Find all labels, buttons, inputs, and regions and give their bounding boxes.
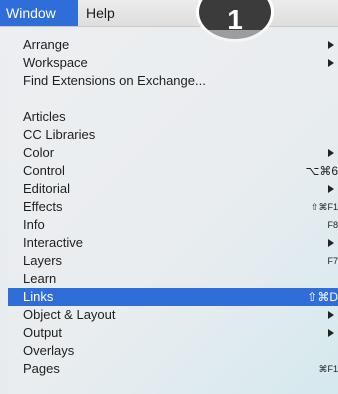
menu-item-info[interactable]: Info F8 (8, 216, 338, 234)
menu-item-label: Control (23, 163, 65, 178)
menu-item-label: Overlays (23, 343, 75, 358)
submenu-arrow-icon (328, 311, 334, 319)
menu-separator (8, 96, 338, 97)
keyboard-shortcut: ⇧⌘D (307, 290, 338, 304)
submenu-arrow-icon (328, 59, 334, 67)
menu-item-label: Editorial (23, 181, 70, 196)
menu-item-arrange[interactable]: Arrange (8, 36, 338, 54)
keyboard-shortcut: F8 (327, 220, 338, 230)
menu-item-cc-libraries[interactable]: CC Libraries (8, 126, 338, 144)
keyboard-shortcut: ⌥⌘6 (305, 164, 338, 178)
menu-item-color[interactable]: Color (8, 144, 338, 162)
submenu-arrow-icon (328, 149, 334, 157)
menu-item-layers[interactable]: Layers F7 (8, 252, 338, 270)
menu-item-label: CC Libraries (23, 127, 96, 142)
window-dropdown-menu: Arrange Workspace Find Extensions on Exc… (8, 30, 338, 394)
submenu-arrow-icon (328, 41, 334, 49)
menu-item-label: Effects (23, 199, 63, 214)
submenu-arrow-icon (328, 239, 334, 247)
menu-help[interactable]: Help (80, 0, 128, 26)
menu-item-interactive[interactable]: Interactive (8, 234, 338, 252)
menu-item-workspace[interactable]: Workspace (8, 54, 338, 72)
menu-item-effects[interactable]: Effects ⇧⌘F1 (8, 198, 338, 216)
menu-item-learn[interactable]: Learn (8, 270, 338, 288)
menu-item-label: Info (23, 217, 45, 232)
menu-item-label: Links (23, 289, 54, 304)
menu-item-label: Interactive (23, 235, 83, 250)
menu-item-label: Layers (23, 253, 63, 268)
menu-item-label: Output (23, 325, 63, 340)
submenu-arrow-icon (328, 185, 334, 193)
menu-item-editorial[interactable]: Editorial (8, 180, 338, 198)
menu-bar: Window Help (0, 0, 338, 27)
menu-window[interactable]: Window (0, 0, 78, 26)
menu-item-control[interactable]: Control ⌥⌘6 (8, 162, 338, 180)
menu-item-object-layout[interactable]: Object & Layout (8, 306, 338, 324)
menu-item-label: Workspace (23, 55, 88, 70)
menu-item-output[interactable]: Output (8, 324, 338, 342)
submenu-arrow-icon (328, 329, 334, 337)
menu-item-find-extensions[interactable]: Find Extensions on Exchange... (8, 72, 338, 90)
menu-item-label: Arrange (23, 37, 70, 52)
menu-item-label: Pages (23, 361, 60, 376)
menu-item-label: Color (23, 145, 55, 160)
menu-item-label: Find Extensions on Exchange... (23, 73, 206, 88)
menu-item-overlays[interactable]: Overlays (8, 342, 338, 360)
menu-item-label: Object & Layout (23, 307, 116, 322)
menu-item-pages[interactable]: Pages ⌘F1 (8, 360, 338, 378)
menu-item-links[interactable]: Links ⇧⌘D (8, 288, 338, 306)
menu-item-label: Articles (23, 109, 66, 124)
keyboard-shortcut: ⇧⌘F1 (310, 202, 338, 212)
keyboard-shortcut: ⌘F1 (318, 364, 338, 374)
keyboard-shortcut: F7 (327, 256, 338, 266)
menu-item-articles[interactable]: Articles (8, 108, 338, 126)
menu-item-label: Learn (23, 271, 57, 286)
